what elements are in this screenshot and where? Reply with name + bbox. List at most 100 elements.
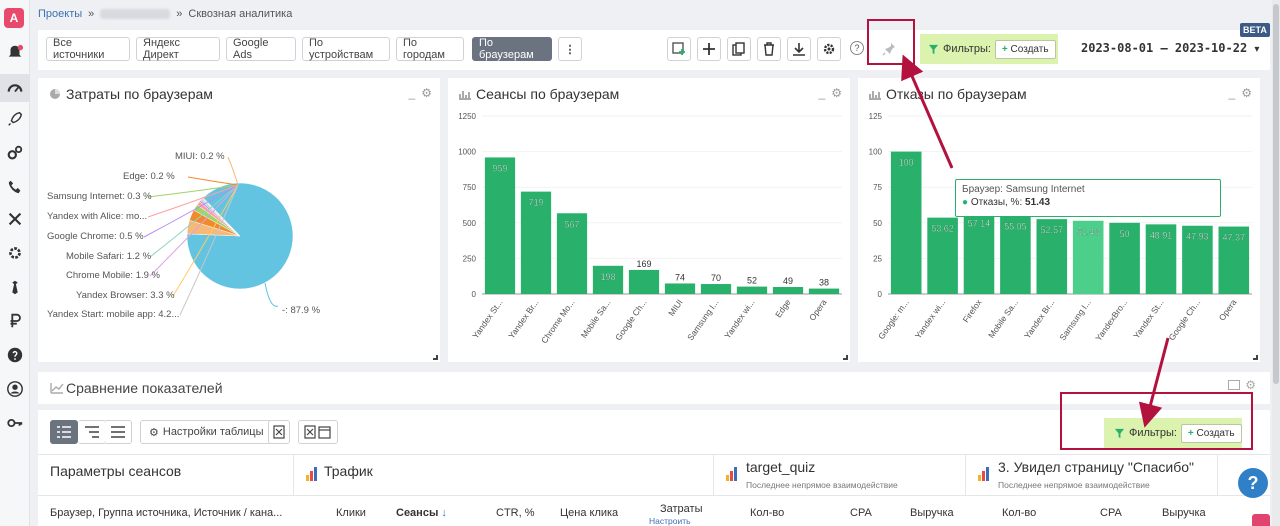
breadcrumb-project-name[interactable] bbox=[100, 9, 171, 19]
x-tick-label: Google Ch... bbox=[613, 297, 649, 342]
x-tick-label: Google: m... bbox=[876, 297, 911, 341]
question-icon[interactable] bbox=[4, 344, 26, 366]
add-widget-icon[interactable] bbox=[667, 37, 691, 61]
dashboard-icon[interactable] bbox=[0, 74, 30, 102]
help-chat-button[interactable]: ? bbox=[1238, 468, 1268, 498]
pie-leader-line bbox=[264, 282, 279, 307]
bar bbox=[772, 287, 804, 294]
user-icon[interactable] bbox=[4, 378, 26, 400]
col-sessions[interactable]: Сеансы ↓ bbox=[396, 507, 447, 519]
col-costs[interactable]: Затраты bbox=[660, 503, 703, 515]
data-label: 52 bbox=[747, 276, 757, 286]
resize-handle[interactable] bbox=[1253, 355, 1258, 360]
tab-by-browsers[interactable]: По браузерам bbox=[472, 37, 552, 61]
col-goal1-cpa[interactable]: CPA bbox=[850, 507, 872, 519]
key-icon[interactable] bbox=[4, 412, 26, 434]
col-goal2-cpa[interactable]: CPA bbox=[1100, 507, 1122, 519]
chat-widget-tab[interactable] bbox=[1252, 514, 1270, 526]
resize-handle[interactable] bbox=[433, 355, 438, 360]
data-label: 48.91 bbox=[1150, 230, 1173, 240]
y-tick-label: 0 bbox=[878, 290, 883, 299]
tab-yandex-direct[interactable]: Яндекс Директ bbox=[136, 37, 220, 61]
x-tick-label: Edge bbox=[773, 297, 793, 319]
data-label: 52.57 bbox=[1041, 225, 1064, 235]
excel-schedule-icon[interactable] bbox=[298, 420, 338, 444]
x-tick-label: Yandex St... bbox=[470, 297, 504, 340]
x-tick-label: Yandex wi... bbox=[913, 297, 947, 340]
help-icon[interactable]: ? bbox=[850, 41, 864, 55]
app-logo[interactable]: A bbox=[4, 8, 24, 28]
data-label: 51.43 bbox=[1077, 227, 1100, 237]
page-scrollbar[interactable] bbox=[1272, 0, 1280, 526]
y-tick-label: 250 bbox=[463, 254, 477, 263]
costs-configure-link[interactable]: Настроить bbox=[649, 516, 691, 526]
tab-by-devices[interactable]: По устройствам bbox=[302, 37, 390, 61]
y-tick-label: 1250 bbox=[458, 112, 476, 121]
y-tick-label: 50 bbox=[873, 219, 882, 228]
traffic-header: Трафик bbox=[294, 455, 714, 495]
y-tick-label: 0 bbox=[472, 290, 477, 299]
flat-view-icon[interactable] bbox=[104, 420, 132, 444]
bar bbox=[664, 283, 696, 294]
trash-icon[interactable] bbox=[757, 37, 781, 61]
gear-icon: ⚙ bbox=[149, 426, 159, 439]
tab-by-cities[interactable]: По городам bbox=[396, 37, 464, 61]
gear-icon[interactable]: ⚙ bbox=[1245, 378, 1256, 392]
rocket-icon[interactable] bbox=[4, 108, 26, 130]
bounces-panel: Отказы по браузерам _ ⚙ 0 25 50 75 100 125 100 G… bbox=[858, 78, 1260, 362]
resize-handle[interactable] bbox=[843, 355, 848, 360]
plus-icon[interactable] bbox=[697, 37, 721, 61]
tools-icon[interactable] bbox=[4, 208, 26, 230]
breadcrumb-separator: » bbox=[176, 8, 183, 20]
x-tick-label: Chrome Mo... bbox=[539, 297, 577, 345]
tree-view-icon[interactable] bbox=[50, 420, 78, 444]
data-label: 50 bbox=[1120, 229, 1130, 239]
scrollbar-thumb[interactable] bbox=[1273, 4, 1279, 384]
breadcrumb-projects[interactable]: Проекты bbox=[38, 8, 82, 20]
bell-icon[interactable] bbox=[4, 42, 26, 64]
date-range-picker[interactable]: 2023-08-01 — 2023-10-22 ▾ bbox=[1081, 41, 1259, 55]
ruble-icon[interactable] bbox=[4, 310, 26, 332]
y-tick-label: 125 bbox=[869, 112, 883, 121]
tab-google-ads[interactable]: Google Ads bbox=[226, 37, 296, 61]
copy-icon[interactable] bbox=[727, 37, 751, 61]
more-menu-button[interactable]: ⋮ bbox=[558, 37, 582, 61]
data-label: 47.93 bbox=[1186, 232, 1209, 242]
y-tick-label: 1000 bbox=[458, 148, 476, 157]
x-tick-label: YandexBro... bbox=[1093, 297, 1129, 342]
tie-icon[interactable] bbox=[4, 276, 26, 298]
table-settings-button[interactable]: ⚙ Настройки таблицы bbox=[140, 420, 273, 444]
indented-view-icon[interactable] bbox=[78, 420, 106, 444]
pie-label: Mobile Safari: 1.2 % bbox=[66, 251, 152, 262]
col-ctr[interactable]: CTR, % bbox=[496, 507, 535, 519]
x-tick-label: Opera bbox=[807, 297, 829, 322]
phone-icon[interactable] bbox=[4, 176, 26, 198]
tooltip-title: Браузер: Samsung Internet bbox=[962, 184, 1085, 195]
layout-icon[interactable] bbox=[1228, 380, 1240, 390]
col-goal2-revenue[interactable]: Выручка bbox=[1162, 507, 1206, 519]
x-tick-label: Samsung I... bbox=[685, 297, 721, 342]
create-filter-button[interactable]: + Создать bbox=[994, 39, 1056, 59]
pie-label: MIUI: 0.2 % bbox=[175, 151, 225, 162]
x-tick-label: Opera bbox=[1217, 297, 1239, 322]
col-clicks[interactable]: Клики bbox=[336, 507, 366, 519]
data-label: 567 bbox=[564, 219, 579, 229]
tab-all-sources[interactable]: Все источники bbox=[46, 37, 130, 61]
col-goal1-revenue[interactable]: Выручка bbox=[910, 507, 954, 519]
x-tick-label: Google Ch... bbox=[1166, 297, 1202, 342]
col-goal1-count[interactable]: Кол-во bbox=[750, 507, 784, 519]
chevron-down-icon: ▾ bbox=[1254, 44, 1260, 55]
goal-thanks-page-header: 3. Увидел страницу "Спасибо" Последнее н… bbox=[966, 455, 1218, 495]
filters-panel: Фильтры: + Создать bbox=[920, 34, 1058, 64]
col-goal2-count[interactable]: Кол-во bbox=[1002, 507, 1036, 519]
gears-icon[interactable] bbox=[4, 142, 26, 164]
chart-tooltip: Браузер: Samsung Internet ● Отказы, %: 5… bbox=[955, 179, 1221, 217]
pie-label: Edge: 0.2 % bbox=[123, 171, 175, 182]
gear-icon[interactable] bbox=[817, 37, 841, 61]
excel-export-icon[interactable] bbox=[268, 420, 290, 444]
bar bbox=[736, 286, 768, 294]
download-icon[interactable] bbox=[787, 37, 811, 61]
col-cpc[interactable]: Цена клика bbox=[560, 507, 618, 519]
settings-icon[interactable] bbox=[4, 242, 26, 264]
y-tick-label: 500 bbox=[463, 219, 477, 228]
